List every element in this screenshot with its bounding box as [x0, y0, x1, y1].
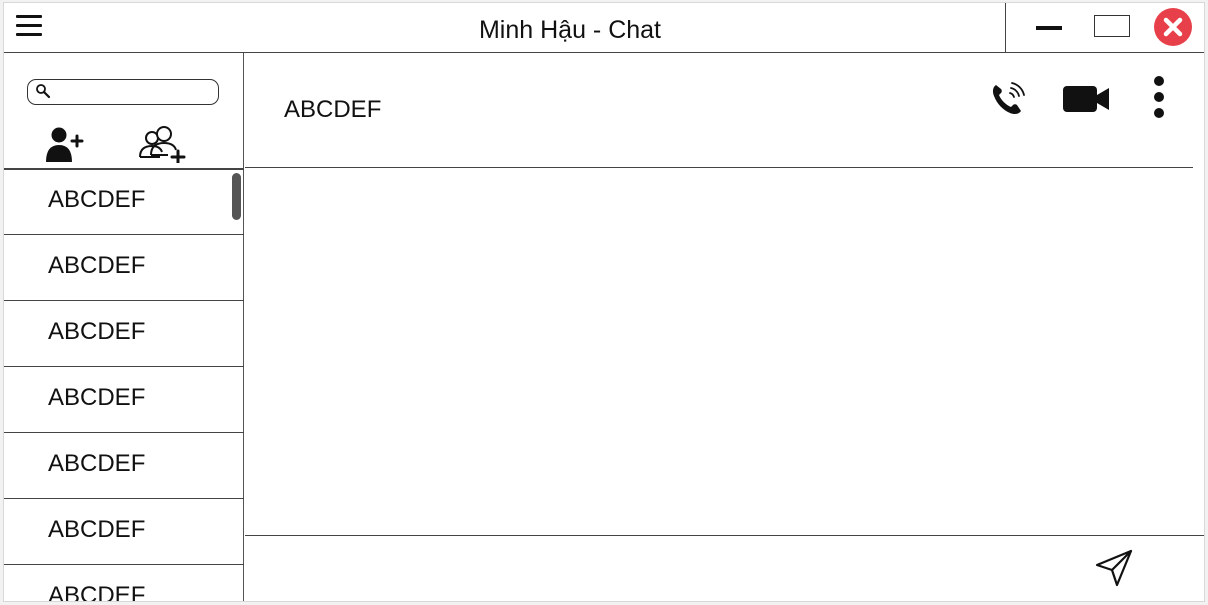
- more-options-button[interactable]: [1150, 75, 1168, 119]
- voice-call-button[interactable]: [987, 79, 1027, 119]
- message-area: [245, 168, 1204, 535]
- contact-item[interactable]: ABCDEF: [4, 367, 244, 433]
- maximize-icon[interactable]: [1094, 15, 1130, 37]
- contact-item[interactable]: ABCDEF: [4, 565, 244, 602]
- search-box[interactable]: [27, 79, 219, 105]
- add-group-icon: [139, 126, 186, 165]
- send-icon: [1095, 549, 1133, 587]
- video-camera-icon: [1063, 86, 1109, 112]
- contact-name: ABCDEF: [48, 384, 146, 411]
- phone-icon: [992, 82, 1025, 115]
- contact-name: ABCDEF: [48, 252, 146, 279]
- contact-item[interactable]: ABCDEF: [4, 433, 244, 499]
- add-user-icon: [46, 127, 84, 162]
- window-title: Minh Hậu - Chat: [478, 16, 662, 44]
- chat-contact-name: ABCDEF: [284, 96, 382, 123]
- title-bar-divider: [1005, 3, 1006, 53]
- minimize-icon[interactable]: [1036, 26, 1062, 30]
- contact-name: ABCDEF: [48, 582, 146, 602]
- contact-name: ABCDEF: [48, 516, 146, 543]
- contact-list-scrollbar[interactable]: [232, 173, 241, 220]
- contact-list: ABCDEF ABCDEF ABCDEF ABCDEF ABCDEF ABCDE…: [4, 169, 244, 602]
- contact-item[interactable]: ABCDEF: [4, 235, 244, 301]
- contact-name: ABCDEF: [48, 318, 146, 345]
- contact-item[interactable]: ABCDEF: [4, 499, 244, 565]
- send-button[interactable]: [1094, 548, 1134, 588]
- sidebar: ABCDEF ABCDEF ABCDEF ABCDEF ABCDEF ABCDE…: [4, 53, 244, 602]
- video-call-button[interactable]: [1061, 83, 1113, 115]
- title-bar: Minh Hậu - Chat: [4, 3, 1204, 53]
- add-user-button[interactable]: [44, 125, 84, 163]
- chat-window: Minh Hậu - Chat ABCDEF ABCDEF ABCDEF ABC…: [3, 2, 1205, 602]
- more-vertical-icon: [1154, 76, 1164, 118]
- search-input[interactable]: [54, 82, 216, 102]
- search-icon: [36, 84, 51, 99]
- message-input[interactable]: [254, 548, 1078, 590]
- contact-name: ABCDEF: [48, 450, 146, 477]
- add-group-button[interactable]: [138, 125, 186, 165]
- composer-divider: [245, 535, 1204, 536]
- contact-name: ABCDEF: [48, 186, 146, 213]
- contact-item[interactable]: ABCDEF: [4, 169, 244, 235]
- contact-item[interactable]: ABCDEF: [4, 301, 244, 367]
- close-icon[interactable]: [1154, 8, 1192, 46]
